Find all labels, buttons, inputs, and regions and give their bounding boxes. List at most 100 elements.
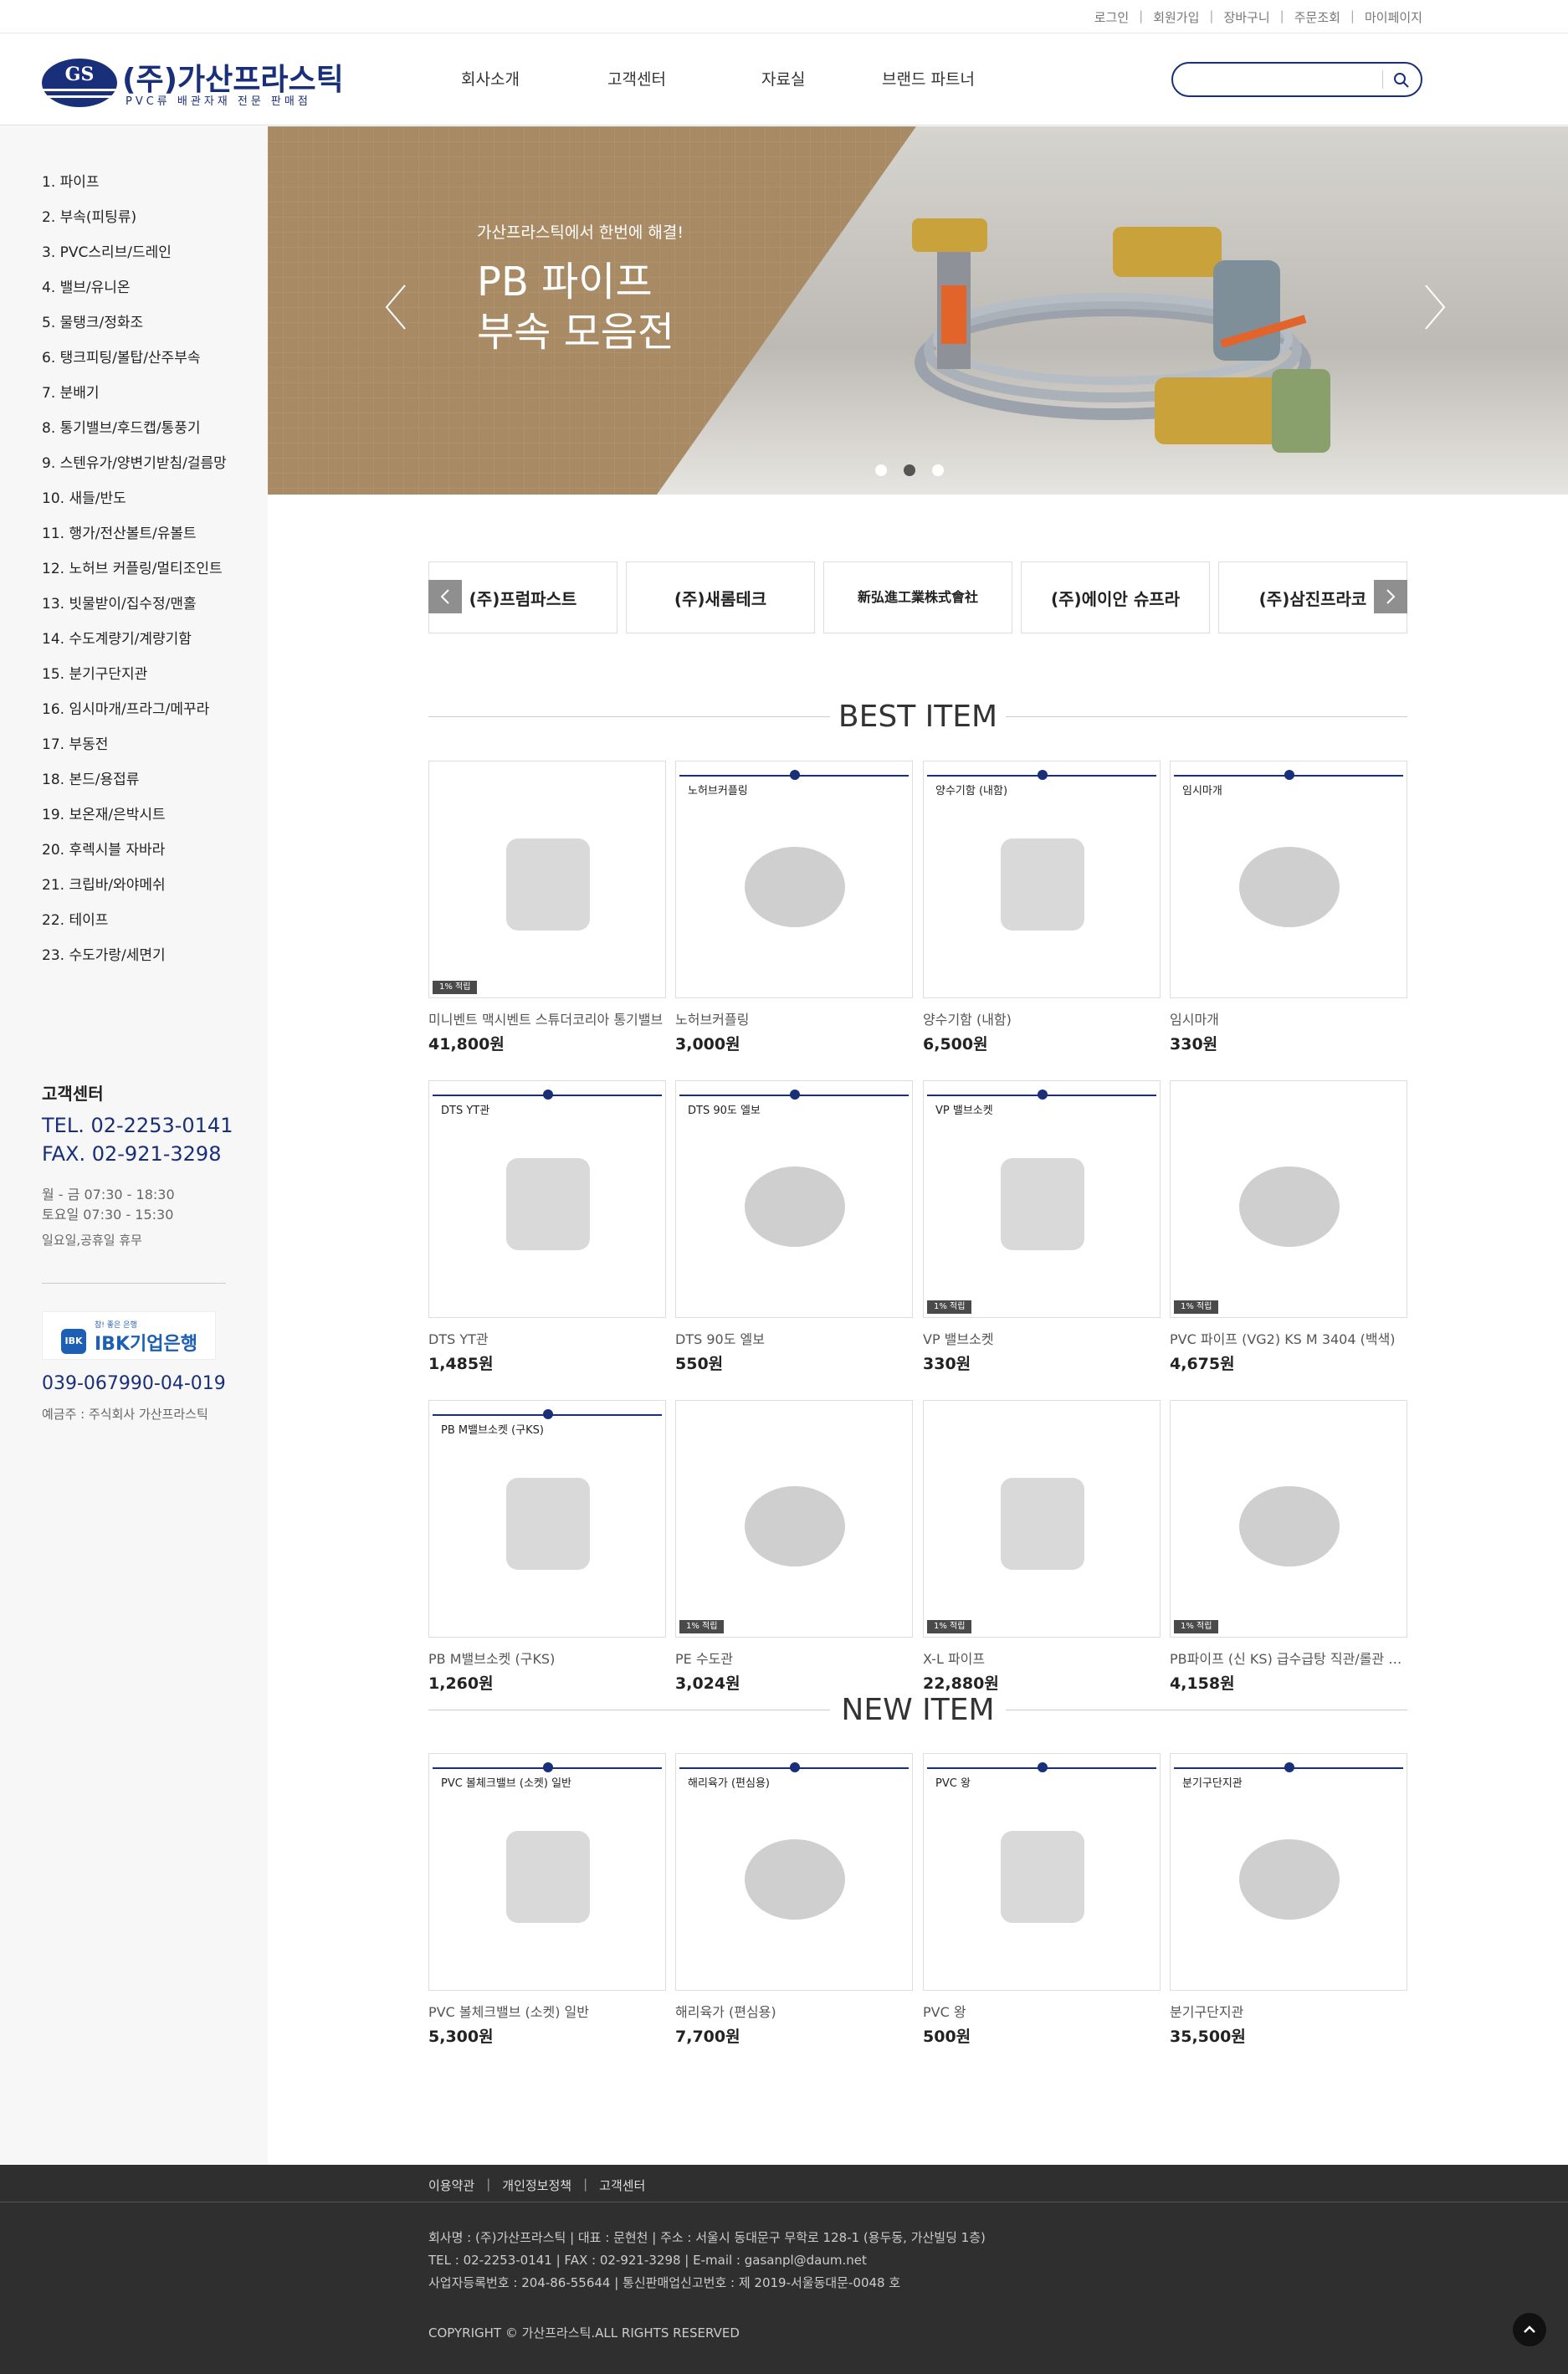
- product-card[interactable]: 1% 적립 PVC 파이프 (VG2) KS M 3404 (백색) 4,675원: [1170, 1080, 1407, 1382]
- category-item[interactable]: 18. 본드/용접류: [42, 767, 227, 802]
- product-card[interactable]: 1% 적립 PE 수도관 3,024원: [675, 1400, 913, 1701]
- product-card[interactable]: PVC 왕 PVC 왕 500원: [923, 1753, 1161, 2054]
- product-card[interactable]: 노허브커플링 노허브커플링 3,000원: [675, 761, 913, 1062]
- product-card[interactable]: 양수기함 (내함) 양수기함 (내함) 6,500원: [923, 761, 1161, 1062]
- category-item[interactable]: 19. 보온재/은박시트: [42, 802, 227, 838]
- product-image[interactable]: 노허브커플링: [675, 761, 913, 998]
- product-image[interactable]: VP 밸브소켓 1% 적립: [923, 1080, 1161, 1318]
- brand-badge-icon: [543, 1090, 553, 1100]
- banner-next-icon[interactable]: [1422, 282, 1448, 332]
- product-name[interactable]: 임시마개: [1170, 1008, 1407, 1028]
- category-item[interactable]: 2. 부속(피팅류): [42, 205, 227, 240]
- product-card[interactable]: PB M밸브소켓 (구KS) PB M밸브소켓 (구KS) 1,260원: [428, 1400, 666, 1701]
- product-card[interactable]: 분기구단지관 분기구단지관 35,500원: [1170, 1753, 1407, 2054]
- product-name[interactable]: 해리육가 (편심용): [675, 2001, 913, 2021]
- product-name[interactable]: PVC 볼체크밸브 (소켓) 일반: [428, 2001, 666, 2021]
- product-image[interactable]: 분기구단지관: [1170, 1753, 1407, 1991]
- product-card[interactable]: DTS 90도 엘보 DTS 90도 엘보 550원: [675, 1080, 913, 1382]
- category-item[interactable]: 21. 크립바/와야메쉬: [42, 873, 227, 908]
- product-image[interactable]: 임시마개: [1170, 761, 1407, 998]
- product-card[interactable]: 1% 적립 PB파이프 (신 KS) 급수급탕 직관/롤관 일반 4,158원: [1170, 1400, 1407, 1701]
- customer-center-link[interactable]: 고객센터: [599, 2177, 645, 2194]
- product-name[interactable]: PVC 파이프 (VG2) KS M 3404 (백색): [1170, 1328, 1407, 1348]
- signup-link[interactable]: 회원가입: [1153, 8, 1199, 26]
- privacy-link[interactable]: 개인정보정책: [502, 2177, 571, 2194]
- product-image[interactable]: PVC 볼체크밸브 (소켓) 일반: [428, 1753, 666, 1991]
- brand-logo[interactable]: 新弘進工業株式會社: [823, 561, 1012, 633]
- order-lookup-link[interactable]: 주문조회: [1294, 8, 1340, 26]
- search-input[interactable]: [1185, 70, 1377, 89]
- product-name[interactable]: PB M밸브소켓 (구KS): [428, 1648, 666, 1668]
- banner-dot[interactable]: [875, 464, 887, 476]
- product-image[interactable]: 1% 적립: [1170, 1080, 1407, 1318]
- category-item[interactable]: 10. 새들/반도: [42, 486, 227, 521]
- category-item[interactable]: 4. 밸브/유니온: [42, 275, 227, 310]
- brand-logo[interactable]: (주)새롬테크: [626, 561, 815, 633]
- product-image[interactable]: PVC 왕: [923, 1753, 1161, 1991]
- category-item[interactable]: 12. 노허브 커플링/멀티조인트: [42, 556, 227, 592]
- product-price: 550원: [675, 1355, 724, 1373]
- nav-company[interactable]: 회사소개: [461, 67, 520, 90]
- category-item[interactable]: 3. PVC스리브/드레인: [42, 240, 227, 275]
- category-item[interactable]: 9. 스텐유가/양변기받침/걸름망: [42, 451, 227, 486]
- search-icon[interactable]: [1392, 71, 1411, 90]
- login-link[interactable]: 로그인: [1094, 8, 1129, 26]
- category-item[interactable]: 17. 부동전: [42, 732, 227, 767]
- brand-prev-button[interactable]: [428, 580, 462, 613]
- product-image[interactable]: 1% 적립: [428, 761, 666, 998]
- product-card[interactable]: DTS YT관 DTS YT관 1,485원: [428, 1080, 666, 1382]
- banner-dot-active[interactable]: [904, 464, 915, 476]
- category-item[interactable]: 14. 수도계량기/계량기함: [42, 627, 227, 662]
- banner-prev-icon[interactable]: [383, 282, 408, 332]
- product-image[interactable]: 1% 적립: [1170, 1400, 1407, 1638]
- main-banner[interactable]: 가산프라스틱에서 한번에 해결! PB 파이프 부속 모음전: [268, 126, 1568, 495]
- terms-link[interactable]: 이용약관: [428, 2177, 474, 2194]
- product-image[interactable]: DTS 90도 엘보: [675, 1080, 913, 1318]
- product-card[interactable]: 1% 적립 X-L 파이프 22,880원: [923, 1400, 1161, 1701]
- nav-customer-center[interactable]: 고객센터: [607, 67, 666, 90]
- category-item[interactable]: 20. 후렉시블 자바라: [42, 838, 227, 873]
- product-image[interactable]: 1% 적립: [923, 1400, 1161, 1638]
- product-image[interactable]: 해리육가 (편심용): [675, 1753, 913, 1991]
- product-card[interactable]: 해리육가 (편심용) 해리육가 (편심용) 7,700원: [675, 1753, 913, 2054]
- product-name[interactable]: 양수기함 (내함): [923, 1008, 1161, 1028]
- product-name[interactable]: PVC 왕: [923, 2001, 1161, 2021]
- product-image[interactable]: 양수기함 (내함): [923, 761, 1161, 998]
- category-item[interactable]: 23. 수도가랑/세면기: [42, 943, 227, 978]
- category-item[interactable]: 22. 테이프: [42, 908, 227, 943]
- category-item[interactable]: 13. 빗물받이/집수정/맨홀: [42, 592, 227, 627]
- product-name[interactable]: PB파이프 (신 KS) 급수급탕 직관/롤관 일반: [1170, 1648, 1407, 1668]
- product-card[interactable]: PVC 볼체크밸브 (소켓) 일반 PVC 볼체크밸브 (소켓) 일반 5,300원: [428, 1753, 666, 2054]
- product-card[interactable]: 임시마개 임시마개 330원: [1170, 761, 1407, 1062]
- product-image[interactable]: PB M밸브소켓 (구KS): [428, 1400, 666, 1638]
- product-name[interactable]: 미니벤트 맥시벤트 스튜더코리아 통기밸브: [428, 1008, 666, 1028]
- mypage-link[interactable]: 마이페이지: [1365, 8, 1422, 26]
- product-name[interactable]: DTS 90도 엘보: [675, 1328, 913, 1348]
- product-name[interactable]: X-L 파이프: [923, 1648, 1161, 1668]
- product-card[interactable]: VP 밸브소켓 1% 적립 VP 밸브소켓 330원: [923, 1080, 1161, 1382]
- category-item[interactable]: 1. 파이프: [42, 170, 227, 205]
- product-name[interactable]: DTS YT관: [428, 1328, 666, 1348]
- product-card[interactable]: 1% 적립 미니벤트 맥시벤트 스튜더코리아 통기밸브 41,800원: [428, 761, 666, 1062]
- brand-next-button[interactable]: [1374, 580, 1407, 613]
- product-name[interactable]: 노허브커플링: [675, 1008, 913, 1028]
- nav-brand-partners[interactable]: 브랜드 파트너: [882, 67, 975, 90]
- product-name[interactable]: 분기구단지관: [1170, 2001, 1407, 2021]
- banner-dot[interactable]: [932, 464, 944, 476]
- nav-resources[interactable]: 자료실: [761, 67, 805, 90]
- site-logo[interactable]: GS (주)가산프라스틱 PVC류 배관자재 전문 판매점: [42, 55, 344, 108]
- scroll-to-top-button[interactable]: [1513, 2313, 1546, 2346]
- cart-link[interactable]: 장바구니: [1223, 8, 1269, 26]
- category-item[interactable]: 5. 물탱크/정화조: [42, 310, 227, 346]
- product-name[interactable]: VP 밸브소켓: [923, 1328, 1161, 1348]
- category-item[interactable]: 8. 통기밸브/후드캡/통풍기: [42, 416, 227, 451]
- category-item[interactable]: 7. 분배기: [42, 381, 227, 416]
- category-item[interactable]: 6. 탱크피팅/볼탑/산주부속: [42, 346, 227, 381]
- brand-logo[interactable]: (주)에이안 슈프라: [1021, 561, 1210, 633]
- product-image[interactable]: DTS YT관: [428, 1080, 666, 1318]
- product-name[interactable]: PE 수도관: [675, 1648, 913, 1668]
- category-item[interactable]: 11. 행가/전산볼트/유볼트: [42, 521, 227, 556]
- category-item[interactable]: 15. 분기구단지관: [42, 662, 227, 697]
- product-image[interactable]: 1% 적립: [675, 1400, 913, 1638]
- category-item[interactable]: 16. 임시마개/프라그/메꾸라: [42, 697, 227, 732]
